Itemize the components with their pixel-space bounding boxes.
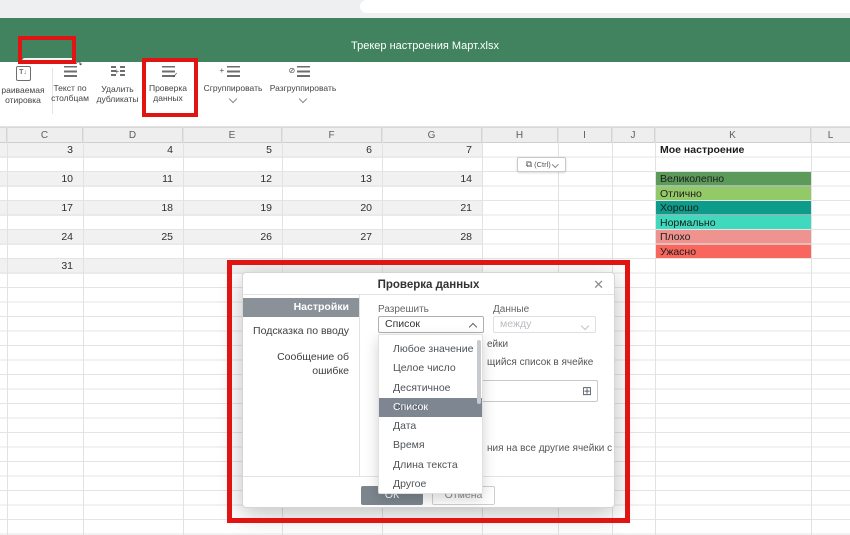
ungroup-icon: ⊘ [297, 66, 310, 77]
grid-cell[interactable]: 7 [382, 143, 477, 158]
dropdown-item-selected[interactable]: Список [379, 398, 482, 417]
grid-cell[interactable]: 17 [7, 201, 78, 216]
grid-cell[interactable]: 28 [382, 230, 477, 245]
grid-cell[interactable]: 25 [83, 230, 178, 245]
grid-cell[interactable]: 11 [83, 172, 178, 187]
document-title: Трекер настроения Март.xlsx [0, 40, 850, 52]
grid-cell[interactable]: 19 [183, 201, 277, 216]
grid-cell[interactable]: 12 [183, 172, 277, 187]
select-range-icon[interactable]: ⊞ [582, 385, 592, 397]
text-to-columns-button[interactable]: ↷ Текст по столбцам [46, 66, 94, 103]
dropdown-item[interactable]: Десятичное число [379, 379, 482, 398]
column-header[interactable]: K [655, 127, 811, 143]
mood-cell[interactable]: Плохо [655, 230, 811, 245]
grid-cell[interactable]: 24 [7, 230, 78, 245]
data-select-disabled: между [493, 316, 596, 333]
column-header[interactable]: E [183, 127, 282, 143]
clipboard-icon: ⧉ [526, 159, 532, 170]
grid-cell[interactable]: 27 [282, 230, 377, 245]
data-validation-button[interactable]: ✓ Проверка данных [143, 66, 193, 103]
remove-duplicates-icon: + [111, 66, 125, 78]
grid-cell[interactable]: 5 [183, 143, 277, 158]
custom-sort-button[interactable]: T↓ раиваемая отировка [0, 66, 46, 105]
mood-cell[interactable]: Хорошо [655, 201, 811, 216]
chevron-up-icon [469, 323, 477, 331]
grid-cell[interactable]: 14 [382, 172, 477, 187]
chevron-down-icon [581, 322, 589, 330]
grid-cell[interactable]: 13 [282, 172, 377, 187]
column-header[interactable]: F [282, 127, 382, 143]
column-header[interactable]: I [558, 127, 612, 143]
paste-options-button[interactable]: ⧉ (Ctrl) [517, 157, 566, 172]
checkbox-label-fragment: щийся список в ячейке [487, 357, 593, 368]
custom-sort-icon: T↓ [16, 66, 31, 81]
dropdown-item[interactable]: Длина текста [379, 456, 482, 475]
grid-cell[interactable]: 4 [83, 143, 178, 158]
dropdown-item[interactable]: Время [379, 436, 482, 455]
dropdown-item[interactable]: Любое значение [379, 340, 482, 359]
data-validation-icon: ✓ [162, 66, 175, 77]
mood-cell[interactable]: Нормально [655, 216, 811, 231]
dropdown-item[interactable]: Другое [379, 475, 482, 494]
remove-duplicates-button[interactable]: + Удалить дубликаты [94, 66, 141, 104]
apply-changes-fragment: ния на все другие ячейки с [487, 443, 612, 454]
chevron-down-icon [299, 95, 307, 103]
mood-cell[interactable]: Ужасно [655, 245, 811, 260]
allow-label: Разрешить [378, 304, 429, 315]
column-header[interactable]: C [7, 127, 83, 143]
group-button[interactable]: + Сгруппировать [198, 66, 268, 104]
column-header-stub[interactable] [0, 127, 7, 143]
allow-dropdown-menu: Любое значение Целое число Десятичное чи… [378, 334, 483, 494]
checkbox-label-fragment: ейки [487, 339, 508, 350]
column-header[interactable]: L [811, 127, 850, 143]
dialog-tab-settings[interactable]: Настройки [243, 298, 359, 317]
ungroup-button[interactable]: ⊘ Разгруппировать [266, 66, 340, 104]
ribbon-toolbar: T↓ раиваемая отировка ↷ Текст по столбца… [0, 62, 850, 127]
dialog-tab-error-message[interactable]: Сообщение об ошибке [243, 350, 359, 364]
app-titlebar: Трекер настроения Март.xlsx ла Данные Св… [0, 18, 850, 62]
close-icon[interactable]: ✕ [593, 278, 604, 291]
grid-cell[interactable]: 21 [382, 201, 477, 216]
text-to-columns-icon: ↷ [64, 66, 77, 77]
column-header[interactable]: D [83, 127, 183, 143]
mood-cell[interactable]: Отлично [655, 187, 811, 202]
dropdown-item[interactable]: Целое число [379, 359, 482, 378]
dialog-tab-input-hint[interactable]: Подсказка по вводу [243, 324, 359, 338]
grid-cell[interactable]: 20 [282, 201, 377, 216]
grid-cell[interactable]: 31 [7, 259, 78, 274]
data-validation-dialog: Проверка данных ✕ Настройки Подсказка по… [242, 272, 615, 508]
group-icon: + [227, 66, 240, 77]
mood-cell[interactable]: Великолепно [655, 172, 811, 187]
grid-cell[interactable]: 10 [7, 172, 78, 187]
grid-cell[interactable]: 18 [83, 201, 178, 216]
column-header[interactable]: G [382, 127, 482, 143]
chevron-down-icon [229, 95, 237, 103]
column-header[interactable]: J [612, 127, 655, 143]
scrollbar-thumb[interactable] [477, 340, 481, 404]
dialog-title: Проверка данных [243, 279, 614, 291]
mood-column-title[interactable]: Мое настроение [655, 143, 811, 158]
dropdown-item[interactable]: Дата [379, 417, 482, 436]
allow-select[interactable]: Список [378, 316, 484, 333]
chevron-down-icon [552, 161, 558, 167]
data-label: Данные [493, 304, 529, 315]
grid-cell[interactable]: 6 [282, 143, 377, 158]
grid-cell[interactable]: 26 [183, 230, 277, 245]
grid-cell[interactable]: 3 [7, 143, 78, 158]
browser-strip-pill [360, 0, 850, 13]
column-header[interactable]: H [482, 127, 558, 143]
